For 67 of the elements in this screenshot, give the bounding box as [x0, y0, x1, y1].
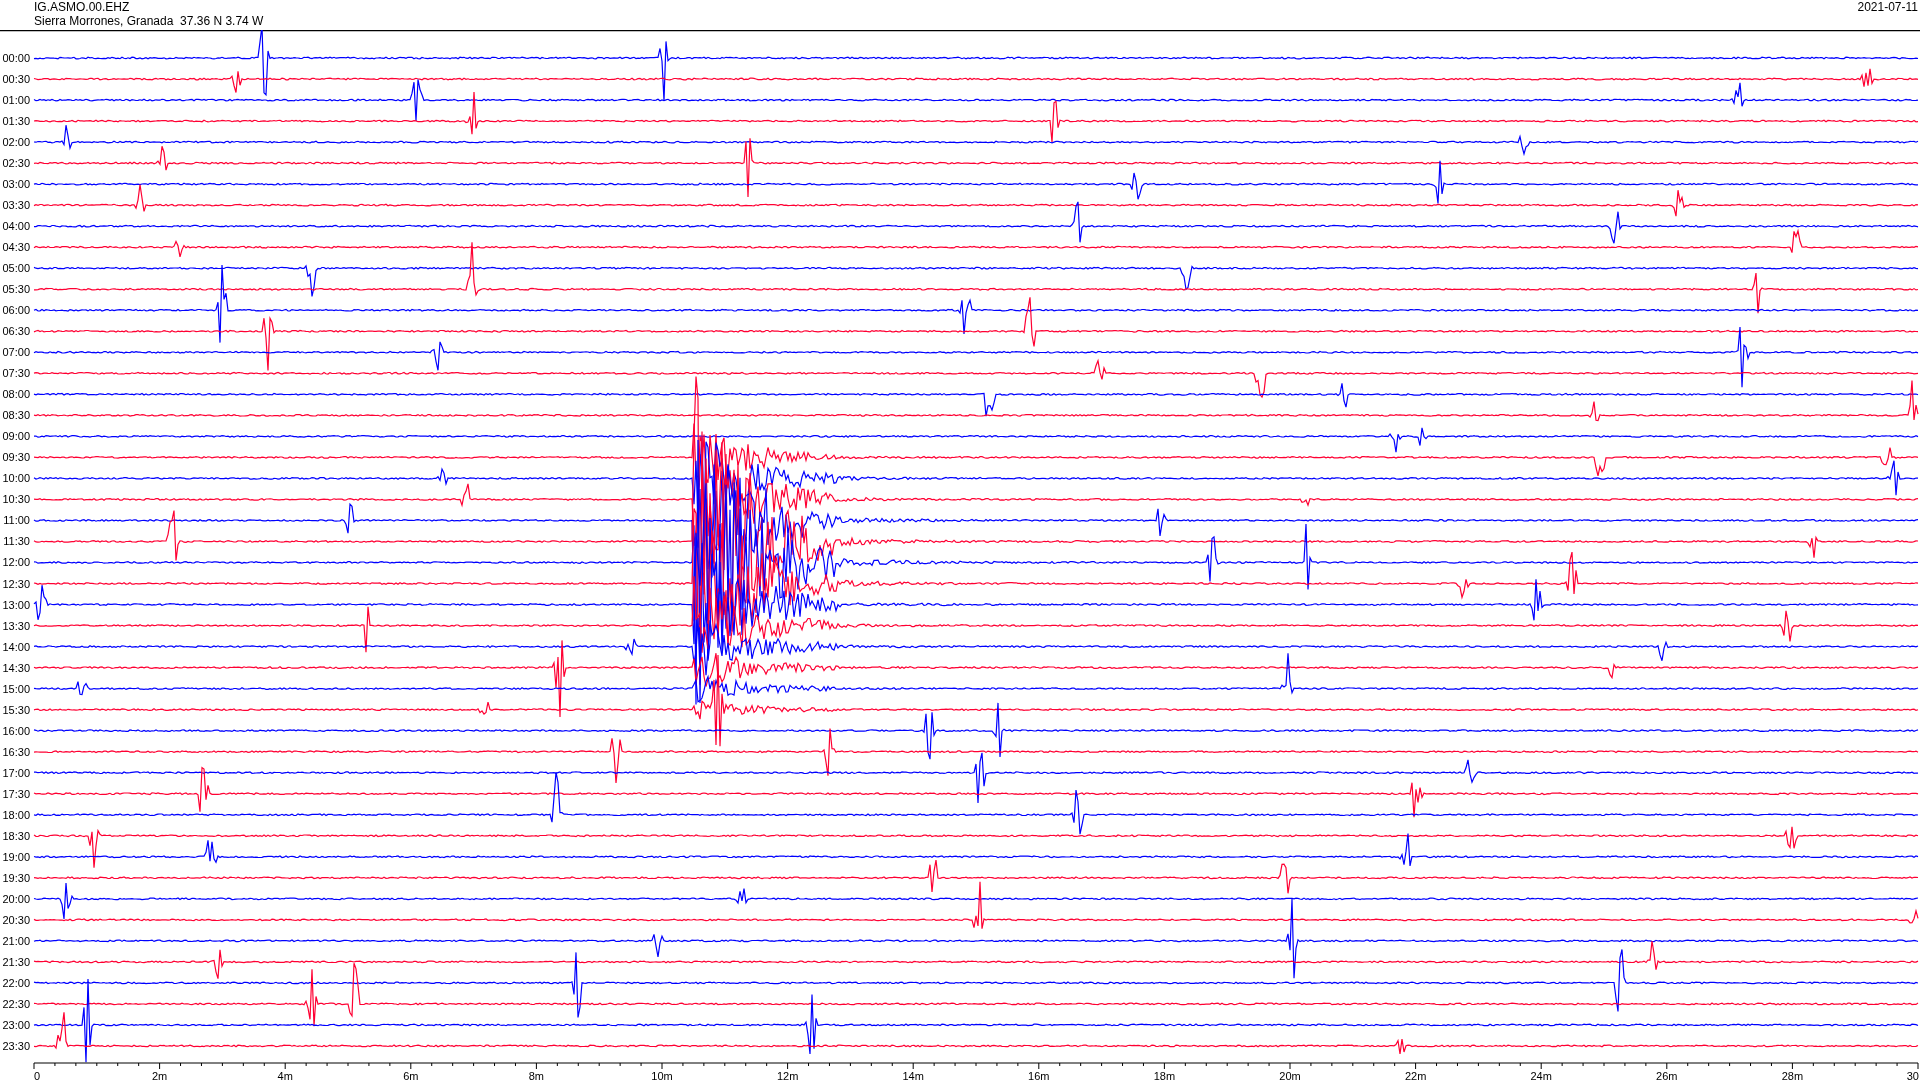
time-label: 13:00	[2, 598, 30, 611]
station-code: IG.ASMO.00.EHZ	[34, 0, 131, 14]
time-label: 03:30	[2, 199, 30, 212]
axis-tick-label: 24m	[1530, 1070, 1552, 1080]
time-label: 17:00	[2, 766, 30, 779]
time-label: 17:30	[2, 787, 30, 800]
time-label: 14:30	[2, 661, 30, 674]
axis-tick-label: 0	[34, 1070, 41, 1080]
time-label: 22:30	[2, 997, 30, 1010]
time-label: 18:30	[2, 829, 30, 842]
time-label: 22:00	[2, 976, 30, 989]
axis-tick-label: 30	[1906, 1070, 1919, 1080]
time-label: 00:30	[2, 73, 30, 85]
time-label: 12:30	[2, 577, 30, 590]
axis-tick-label: 26m	[1656, 1070, 1678, 1080]
time-label: 05:00	[2, 262, 30, 275]
time-label: 05:30	[2, 283, 30, 296]
axis-tick-label: 10m	[651, 1070, 673, 1080]
time-label: 04:00	[2, 220, 30, 233]
time-label: 16:00	[2, 724, 30, 737]
time-label: 02:00	[2, 136, 30, 149]
time-label: 14:00	[2, 640, 30, 653]
axis-tick-label: 16m	[1028, 1070, 1050, 1080]
time-label: 11:00	[3, 514, 30, 527]
time-label: 02:30	[2, 157, 30, 170]
time-label: 11:30	[3, 535, 30, 548]
axis-tick-label: 28m	[1781, 1070, 1804, 1080]
axis-tick-label: 12m	[776, 1070, 799, 1080]
time-label: 00:00	[2, 52, 30, 64]
time-label: 08:00	[2, 388, 30, 401]
time-label: 04:30	[2, 241, 30, 254]
time-label: 08:30	[2, 409, 30, 422]
time-label: 23:30	[2, 1039, 30, 1052]
axis-tick-label: 4m	[277, 1070, 293, 1080]
time-label: 20:00	[2, 892, 30, 905]
time-label: 09:00	[2, 430, 30, 443]
time-label: 13:30	[2, 619, 30, 632]
time-label: 21:30	[2, 955, 30, 968]
axis-tick-label: 18m	[1153, 1070, 1176, 1080]
axis-tick-label: 8m	[528, 1070, 545, 1080]
axis-tick-label: 20m	[1279, 1070, 1301, 1080]
axis-tick-label: 2m	[151, 1070, 168, 1080]
time-label: 19:30	[2, 871, 30, 884]
time-label: 23:00	[2, 1018, 30, 1031]
plot-date: 2021-07-11	[1857, 0, 1918, 14]
axis-tick-label: 22m	[1404, 1070, 1427, 1080]
axis-tick-label: 14m	[902, 1070, 924, 1080]
time-label: 10:00	[2, 472, 30, 485]
time-label: 09:30	[2, 451, 30, 464]
time-label: 06:00	[2, 304, 30, 317]
axis-tick-label: 6m	[403, 1070, 419, 1080]
station-location: Sierra Morrones, Granada 37.36 N 3.74 W	[34, 14, 264, 28]
time-label: 01:00	[2, 94, 30, 107]
time-label: 01:30	[2, 115, 30, 128]
time-label: 16:30	[2, 745, 30, 758]
time-label: 03:00	[2, 178, 30, 191]
time-label: 20:30	[2, 913, 30, 926]
time-label: 18:00	[2, 808, 30, 821]
time-label: 15:30	[2, 703, 30, 716]
time-label: 15:00	[2, 682, 30, 695]
time-label: 12:00	[2, 556, 30, 569]
time-label: 07:30	[2, 367, 30, 380]
time-label: 21:00	[2, 934, 30, 947]
time-label: 19:00	[2, 850, 30, 863]
time-label: 06:30	[2, 325, 30, 338]
time-label: 07:00	[2, 346, 30, 359]
time-label: 10:30	[2, 493, 30, 506]
